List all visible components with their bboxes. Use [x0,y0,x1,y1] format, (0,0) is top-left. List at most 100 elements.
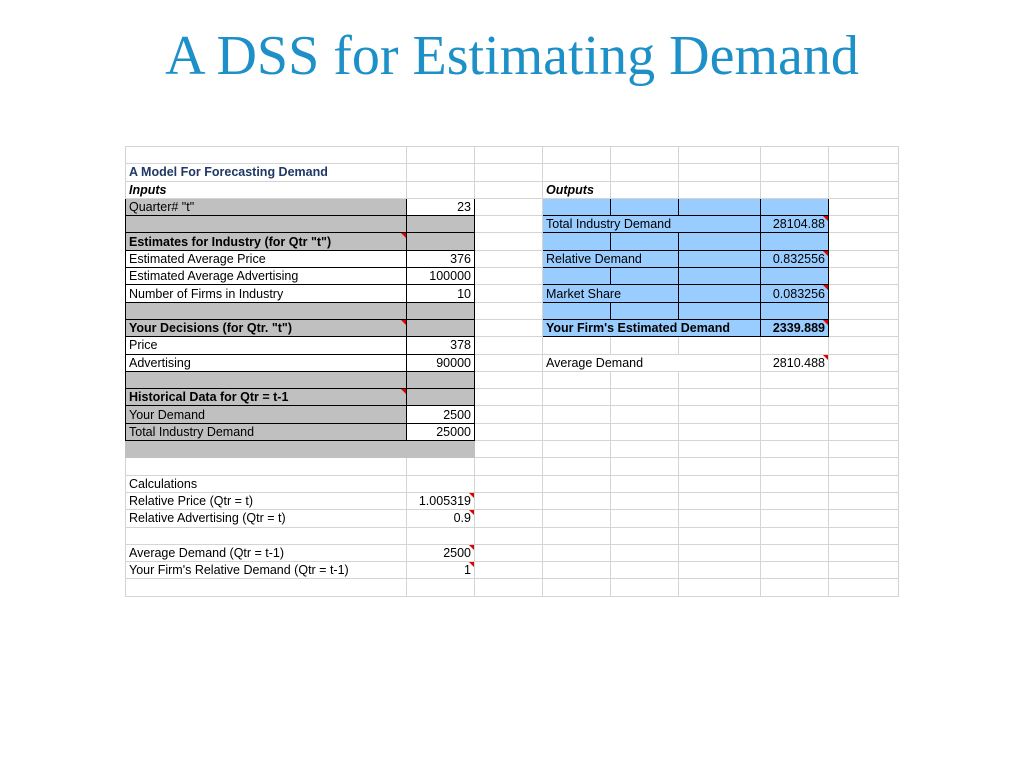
sheet-cell[interactable] [828,215,899,234]
price-label[interactable]: Price [125,336,407,355]
sheet-cell[interactable] [828,422,899,442]
sheet-cell[interactable] [678,388,761,407]
sheet-cell[interactable] [760,561,829,580]
num-firms-value[interactable]: 10 [406,284,475,303]
output-cell[interactable] [678,232,761,251]
out-rel-demand-label[interactable]: Relative Demand [542,249,679,269]
sheet-cell[interactable] [678,370,761,390]
sheet-cell[interactable] [828,145,899,165]
sheet-cell[interactable] [678,474,761,493]
sheet-cell[interactable] [610,491,679,511]
sheet-cell[interactable] [828,543,899,563]
out-total-demand-label[interactable]: Total Industry Demand [542,215,761,234]
sheet-cell[interactable] [610,422,679,442]
sheet-cell[interactable] [542,422,611,442]
input-cell[interactable] [406,215,475,234]
sheet-cell[interactable] [828,267,899,286]
sheet-cell[interactable] [828,578,899,597]
rel-adv-value[interactable]: 0.9 [406,509,475,528]
sheet-cell[interactable] [542,163,611,182]
total-demand-hist-label[interactable]: Total Industry Demand [125,422,407,442]
sheet-cell[interactable] [678,561,761,580]
sheet-cell[interactable] [406,526,475,545]
sheet-cell[interactable] [474,543,543,563]
sheet-cell[interactable] [760,491,829,511]
input-cell[interactable] [125,370,407,390]
sheet-cell[interactable] [610,145,679,165]
sheet-cell[interactable] [760,457,829,476]
sheet-cell[interactable] [474,180,543,199]
sheet-cell[interactable] [542,336,611,355]
sheet-cell[interactable] [828,353,899,372]
sheet-cell[interactable] [474,422,543,442]
sheet-cell[interactable] [760,578,829,597]
sheet-cell[interactable] [610,163,679,182]
sheet-cell[interactable] [474,370,543,390]
output-cell[interactable] [760,197,829,217]
sheet-cell[interactable] [542,405,611,424]
sheet-cell[interactable] [760,440,829,459]
sheet-cell[interactable] [828,197,899,217]
advertising-label[interactable]: Advertising [125,353,407,372]
sheet-cell[interactable] [542,543,611,563]
avg-adv-label[interactable]: Estimated Average Advertising [125,267,407,286]
out-avg-demand-label[interactable]: Average Demand [542,353,761,372]
sheet-cell[interactable] [610,405,679,424]
sheet-cell[interactable] [828,526,899,545]
avg-price-label[interactable]: Estimated Average Price [125,249,407,269]
sheet-cell[interactable] [610,474,679,493]
output-cell[interactable] [678,197,761,217]
sheet-cell[interactable] [125,526,407,545]
sheet-cell[interactable] [406,457,475,476]
sheet-cell[interactable] [828,405,899,424]
sheet-cell[interactable] [828,509,899,528]
sheet-cell[interactable] [828,336,899,355]
total-demand-hist-value[interactable]: 25000 [406,422,475,442]
sheet-cell[interactable] [474,457,543,476]
sheet-cell[interactable] [474,491,543,511]
sheet-cell[interactable] [760,405,829,424]
your-demand-value[interactable]: 2500 [406,405,475,424]
industry-header[interactable]: Estimates for Industry (for Qtr "t") [125,232,407,251]
sheet-cell[interactable] [760,370,829,390]
sheet-cell[interactable] [610,526,679,545]
sheet-cell[interactable] [542,388,611,407]
sheet-cell[interactable] [474,163,543,182]
sheet-cell[interactable] [474,474,543,493]
sheet-cell[interactable] [828,388,899,407]
sheet-cell[interactable] [760,474,829,493]
sheet-cell[interactable] [610,457,679,476]
output-cell[interactable] [760,301,829,320]
sheet-cell[interactable] [542,491,611,511]
sheet-cell[interactable] [760,526,829,545]
sheet-cell[interactable] [678,405,761,424]
quarter-label[interactable]: Quarter# "t" [125,197,407,217]
sheet-cell[interactable] [474,578,543,597]
out-total-demand-value[interactable]: 28104.88 [760,215,829,234]
sheet-cell[interactable] [678,491,761,511]
sheet-cell[interactable] [828,249,899,269]
input-cell[interactable] [125,215,407,234]
out-market-share-label[interactable]: Market Share [542,284,679,303]
sheet-cell[interactable] [474,197,543,217]
input-cell[interactable] [125,440,475,459]
sheet-cell[interactable] [678,543,761,563]
sheet-cell[interactable] [760,543,829,563]
calculations-label[interactable]: Calculations [125,474,407,493]
sheet-cell[interactable] [610,370,679,390]
sheet-cell[interactable] [828,301,899,320]
output-cell[interactable] [542,267,611,286]
sheet-cell[interactable] [610,180,679,199]
sheet-cell[interactable] [760,180,829,199]
avg-demand-prev-label[interactable]: Average Demand (Qtr = t-1) [125,543,407,563]
sheet-cell[interactable] [474,405,543,424]
sheet-cell[interactable] [610,440,679,459]
sheet-cell[interactable] [474,388,543,407]
avg-adv-value[interactable]: 100000 [406,267,475,286]
sheet-cell[interactable] [542,457,611,476]
sheet-cell[interactable] [474,526,543,545]
sheet-cell[interactable] [760,336,829,355]
sheet-cell[interactable] [474,232,543,251]
decisions-header[interactable]: Your Decisions (for Qtr. "t") [125,318,407,338]
rel-price-value[interactable]: 1.005319 [406,491,475,511]
